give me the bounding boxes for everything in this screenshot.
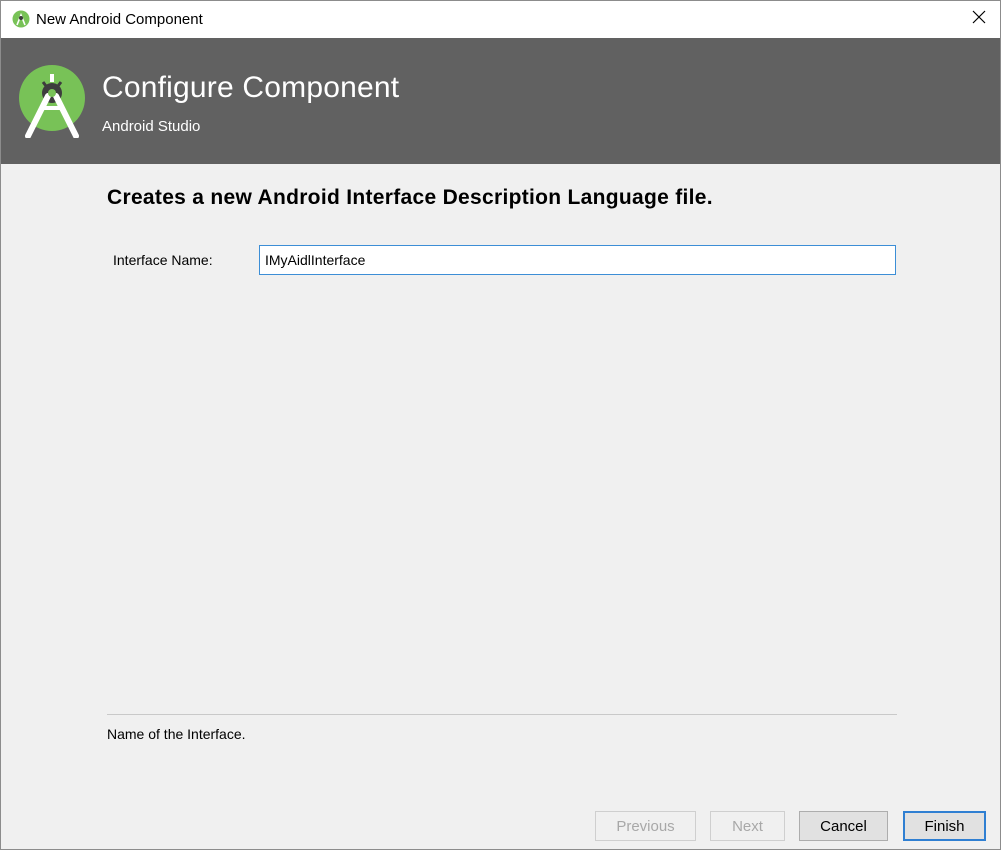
finish-button[interactable]: Finish xyxy=(903,811,986,841)
close-button[interactable] xyxy=(956,1,1000,38)
help-text: Name of the Interface. xyxy=(107,726,246,742)
dialog-window: New Android Component Configure Componen… xyxy=(0,0,1001,850)
divider xyxy=(107,714,897,715)
android-studio-logo-icon xyxy=(18,64,86,139)
interface-name-input[interactable] xyxy=(259,245,896,275)
header-banner: Configure Component Android Studio xyxy=(1,38,1000,164)
interface-name-label: Interface Name: xyxy=(113,252,213,268)
cancel-button[interactable]: Cancel xyxy=(799,811,888,841)
page-heading: Configure Component xyxy=(102,71,400,104)
android-studio-icon xyxy=(12,10,30,28)
previous-button[interactable]: Previous xyxy=(595,811,696,841)
component-description: Creates a new Android Interface Descript… xyxy=(107,186,713,209)
window-title: New Android Component xyxy=(36,11,203,28)
close-icon xyxy=(972,10,986,29)
next-button[interactable]: Next xyxy=(710,811,785,841)
page-subheading: Android Studio xyxy=(102,118,201,135)
title-bar: New Android Component xyxy=(1,1,1000,38)
